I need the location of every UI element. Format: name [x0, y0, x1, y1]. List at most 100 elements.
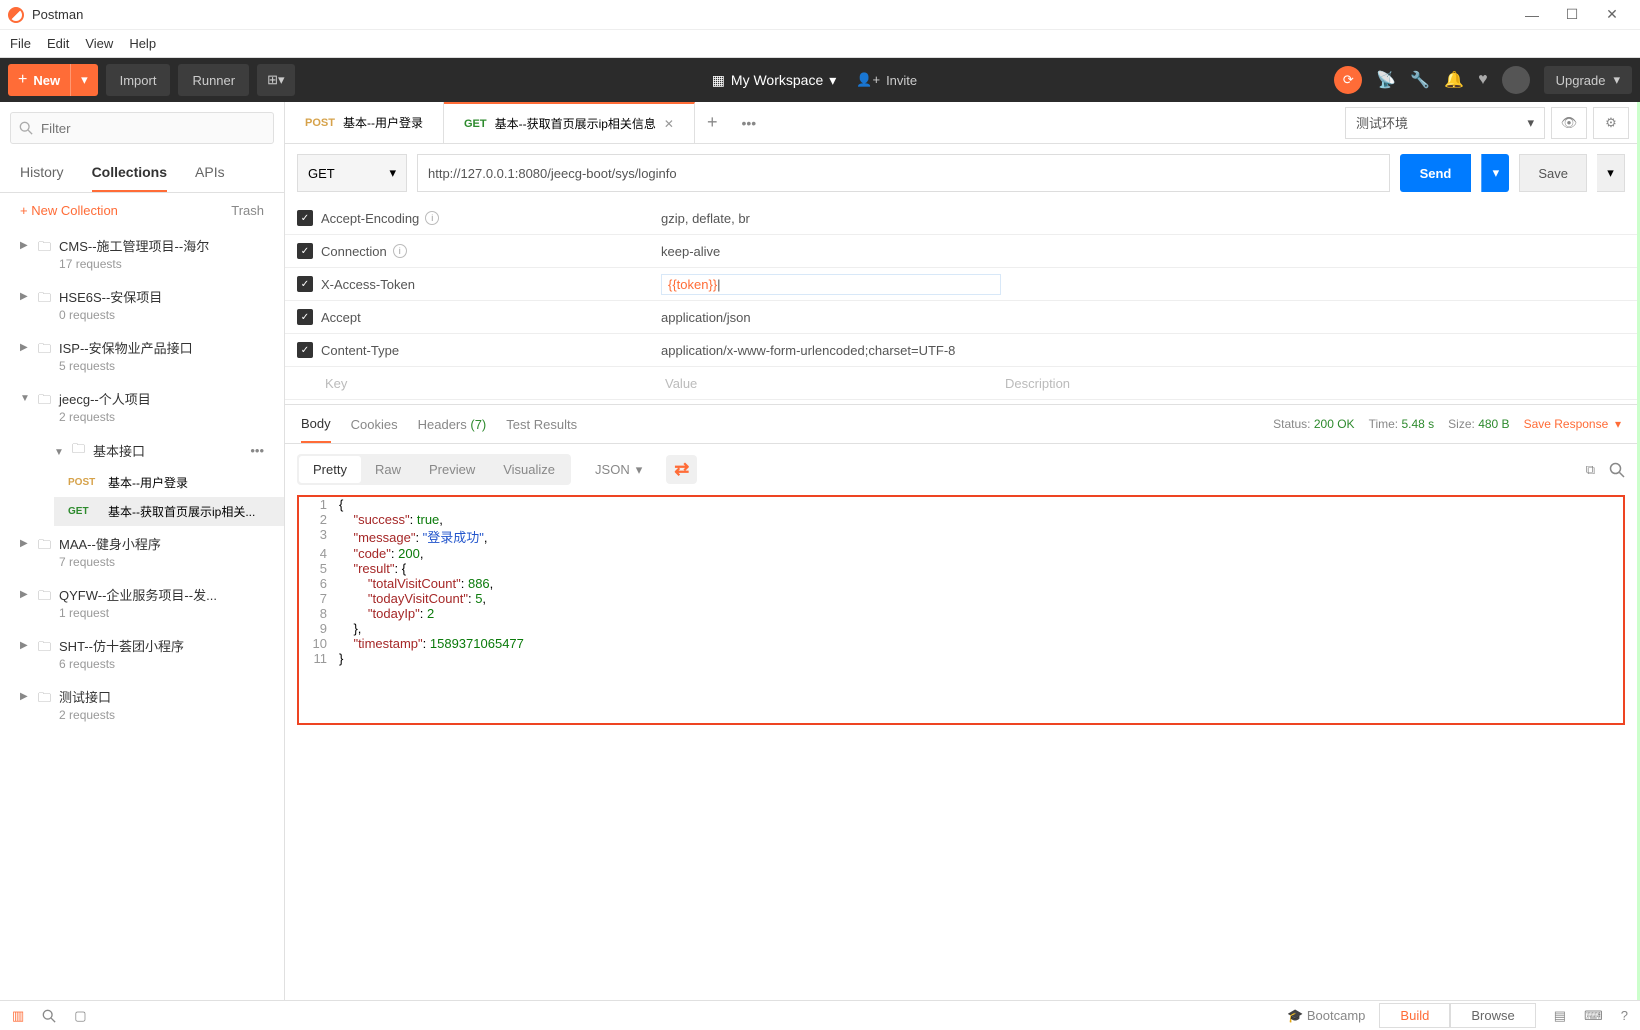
checkbox-icon[interactable]: ✓ — [297, 243, 313, 259]
folder-item[interactable]: ▼ 🗀 基本接口 ••• — [54, 432, 284, 468]
grid-icon: ▦ — [712, 72, 725, 89]
header-row[interactable]: ✓ Accept-Encodingi gzip, deflate, br — [285, 202, 1637, 235]
collection-item[interactable]: ▶ 🗀 ISP--安保物业产品接口5 requests — [0, 330, 284, 381]
new-dropdown[interactable]: ▾ — [70, 64, 98, 96]
desc-placeholder[interactable]: Description — [1001, 376, 1637, 391]
import-button[interactable]: Import — [106, 64, 171, 96]
satellite-icon[interactable]: 📡 — [1376, 70, 1396, 90]
environment-settings-button[interactable]: ⚙ — [1593, 107, 1629, 139]
bell-icon[interactable]: 🔔 — [1444, 70, 1464, 90]
sync-button[interactable]: ⟳ — [1334, 66, 1362, 94]
collection-count: 0 requests — [59, 308, 274, 322]
method-selector[interactable]: GET ▾ — [297, 154, 407, 192]
wrench-icon[interactable]: 🔧 — [1410, 70, 1430, 90]
new-tab-button[interactable]: + — [695, 112, 730, 133]
save-button[interactable]: Save — [1519, 154, 1587, 192]
view-pretty[interactable]: Pretty — [299, 456, 361, 483]
response-meta: Status: 200 OK Time: 5.48 s Size: 480 B … — [1273, 417, 1621, 431]
runner-button[interactable]: Runner — [178, 64, 249, 96]
header-row[interactable]: ✓ Connectioni keep-alive — [285, 235, 1637, 268]
view-raw[interactable]: Raw — [361, 456, 415, 483]
tab-apis[interactable]: APIs — [195, 154, 225, 192]
environment-selector[interactable]: 测试环境 ▾ — [1345, 107, 1545, 139]
key-placeholder[interactable]: Key — [321, 376, 661, 391]
upgrade-button[interactable]: Upgrade ▾ — [1544, 66, 1632, 94]
invite-button[interactable]: 👤+ Invite — [856, 72, 917, 88]
collection-item[interactable]: ▶ 🗀 QYFW--企业服务项目--发...1 request — [0, 577, 284, 628]
help-icon[interactable]: ? — [1621, 1008, 1628, 1023]
response-tab-body[interactable]: Body — [301, 406, 331, 443]
view-visualize[interactable]: Visualize — [489, 456, 569, 483]
new-button[interactable]: + New ▾ — [8, 64, 98, 96]
filter-box[interactable] — [10, 112, 274, 144]
request-tab[interactable]: POST 基本--用户登录 — [285, 102, 444, 143]
request-tab[interactable]: GET 基本--获取首页展示ip相关信息 ✕ — [444, 102, 695, 143]
view-preview[interactable]: Preview — [415, 456, 489, 483]
menu-view[interactable]: View — [85, 36, 113, 51]
avatar[interactable] — [1502, 66, 1530, 94]
value-placeholder[interactable]: Value — [661, 376, 1001, 391]
wrap-lines-button[interactable]: ⇄ — [666, 455, 697, 484]
caret-right-icon: ▶ — [20, 691, 30, 702]
menu-file[interactable]: File — [10, 36, 31, 51]
header-row[interactable]: ✓ X-Access-Token {{token}} — [285, 268, 1637, 301]
url-input[interactable] — [417, 154, 1390, 192]
response-tab-cookies[interactable]: Cookies — [351, 407, 398, 442]
window-minimize-button[interactable]: — — [1512, 7, 1552, 23]
filter-input[interactable] — [41, 121, 265, 136]
bootcamp-button[interactable]: 🎓 Bootcamp — [1287, 1008, 1365, 1024]
collection-item[interactable]: ▶ 🗀 HSE6S--安保项目0 requests — [0, 279, 284, 330]
save-response-button[interactable]: Save Response ▾ — [1524, 417, 1621, 431]
browse-toggle[interactable]: Browse — [1450, 1003, 1535, 1028]
format-selector[interactable]: JSON ▾ — [585, 456, 652, 484]
header-row-placeholder[interactable]: Key Value Description — [285, 367, 1637, 400]
collection-item[interactable]: ▶ 🗀 MAA--健身小程序7 requests — [0, 526, 284, 577]
send-button[interactable]: Send — [1400, 154, 1472, 192]
collection-item[interactable]: ▼ 🗀 jeecg--个人项目2 requests — [0, 381, 284, 432]
menu-edit[interactable]: Edit — [47, 36, 69, 51]
gear-icon: ⚙ — [1605, 115, 1617, 131]
tab-collections[interactable]: Collections — [92, 154, 167, 192]
checkbox-icon[interactable]: ✓ — [297, 342, 313, 358]
tab-history[interactable]: History — [20, 154, 64, 192]
response-tab-tests[interactable]: Test Results — [506, 407, 577, 442]
collection-item[interactable]: ▶ 🗀 SHT--仿十荟团小程序6 requests — [0, 628, 284, 679]
heart-icon[interactable]: ♥ — [1478, 71, 1488, 89]
build-toggle[interactable]: Build — [1379, 1003, 1450, 1028]
close-icon[interactable]: ✕ — [664, 117, 674, 131]
chevron-down-icon: ▾ — [389, 165, 396, 181]
header-row[interactable]: ✓ Content-Type application/x-www-form-ur… — [285, 334, 1637, 367]
checkbox-icon[interactable]: ✓ — [297, 276, 313, 292]
header-key: Accept-Encoding — [321, 211, 419, 226]
window-maximize-button[interactable]: ☐ — [1552, 6, 1592, 23]
header-value[interactable]: {{token}} — [661, 274, 1001, 295]
response-body[interactable]: 1{2 "success": true,3 "message": "登录成功",… — [297, 495, 1625, 725]
two-pane-icon[interactable]: ▤ — [1554, 1008, 1566, 1024]
sidebar: History Collections APIs + New Collectio… — [0, 102, 285, 1000]
new-collection-button[interactable]: + New Collection — [20, 203, 118, 218]
collection-item[interactable]: ▶ 🗀 CMS--施工管理项目--海尔17 requests — [0, 228, 284, 279]
response-tab-headers[interactable]: Headers (7) — [418, 407, 487, 442]
checkbox-icon[interactable]: ✓ — [297, 309, 313, 325]
new-window-button[interactable]: ⊞▾ — [257, 64, 294, 96]
header-row[interactable]: ✓ Accept application/json — [285, 301, 1637, 334]
search-icon[interactable] — [1609, 462, 1625, 478]
console-icon[interactable]: ▢ — [74, 1008, 86, 1024]
keyboard-icon[interactable]: ⌨ — [1584, 1008, 1603, 1024]
more-icon[interactable]: ••• — [250, 443, 274, 458]
copy-icon[interactable]: ⧉ — [1586, 462, 1595, 478]
trash-link[interactable]: Trash — [231, 203, 264, 218]
send-dropdown[interactable]: ▾ — [1481, 154, 1509, 192]
find-icon[interactable] — [42, 1009, 56, 1023]
request-item[interactable]: POST 基本--用户登录 — [54, 468, 284, 497]
save-dropdown[interactable]: ▾ — [1597, 154, 1625, 192]
window-close-button[interactable]: ✕ — [1592, 6, 1632, 23]
request-item[interactable]: GET 基本--获取首页展示ip相关... — [54, 497, 284, 526]
menu-help[interactable]: Help — [129, 36, 156, 51]
environment-preview-button[interactable]: 👁 — [1551, 107, 1587, 139]
checkbox-icon[interactable]: ✓ — [297, 210, 313, 226]
sidebar-toggle-icon[interactable]: ▥ — [12, 1008, 24, 1024]
workspace-selector[interactable]: ▦ My Workspace ▾ — [712, 72, 837, 89]
collection-item[interactable]: ▶ 🗀 测试接口2 requests — [0, 679, 284, 730]
tab-menu-button[interactable]: ••• — [730, 115, 769, 131]
